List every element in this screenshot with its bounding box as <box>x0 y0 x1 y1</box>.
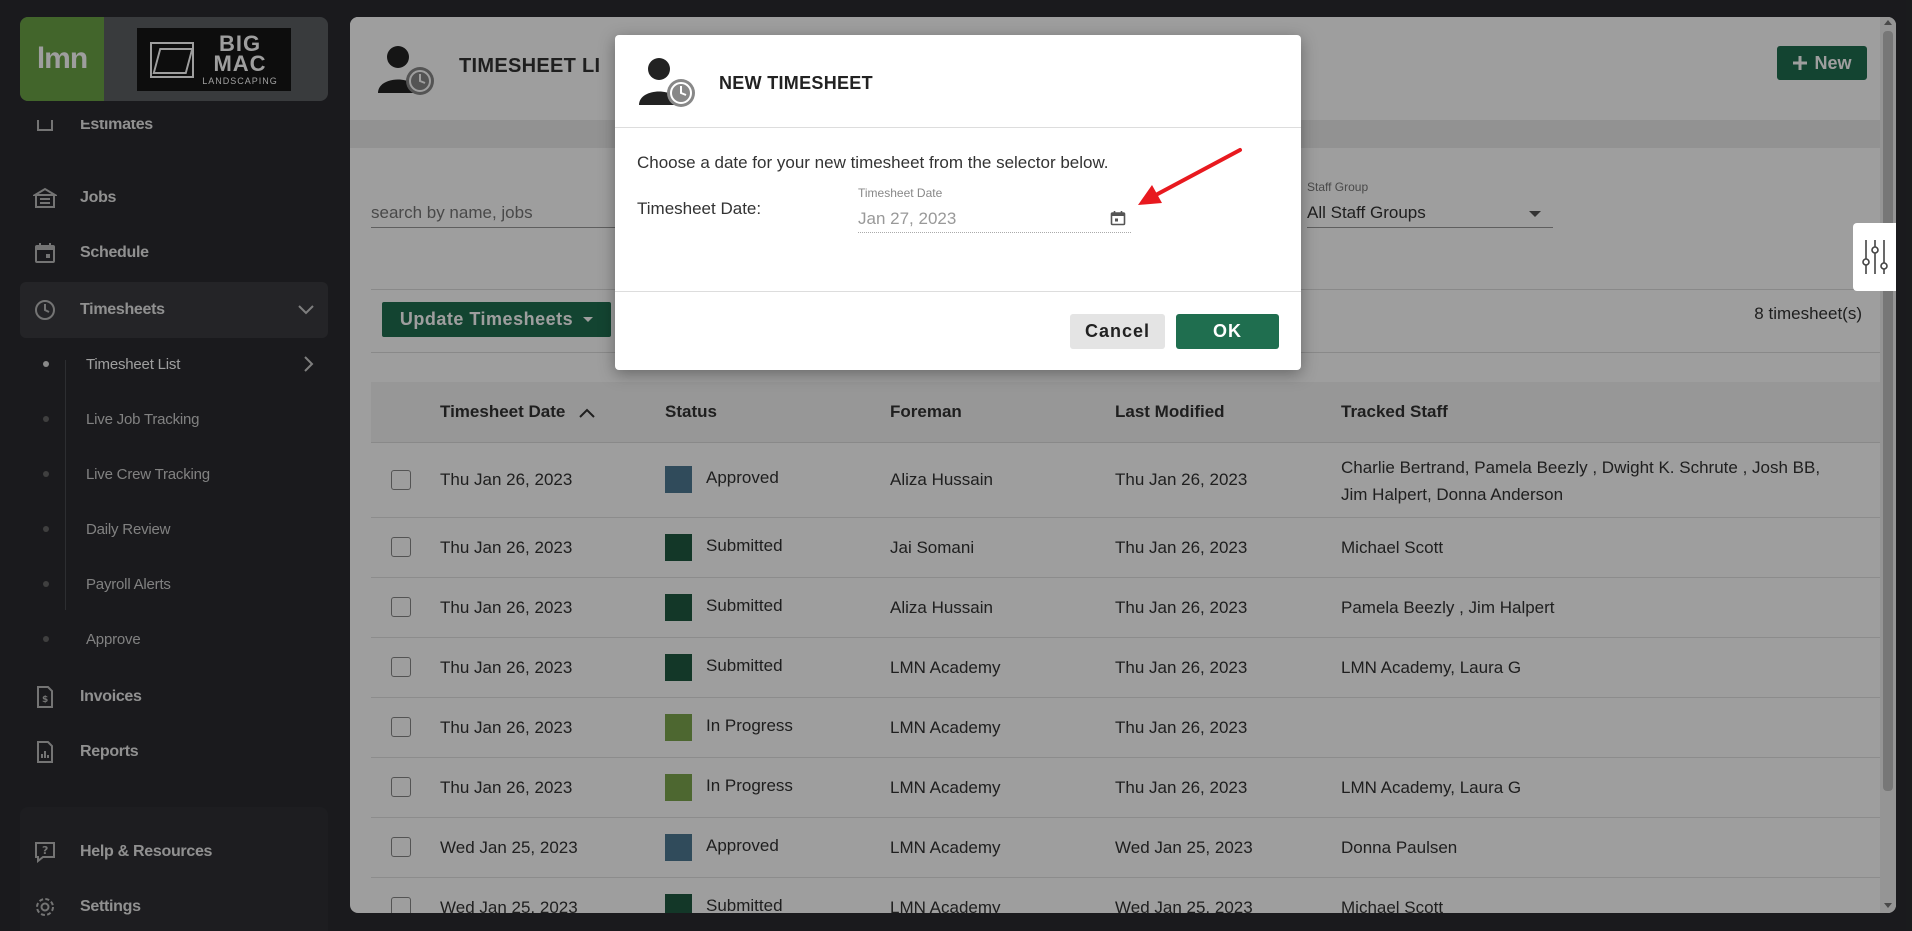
divider <box>615 291 1301 292</box>
date-picker-calendar-icon[interactable] <box>1110 210 1126 231</box>
timesheet-user-clock-icon <box>637 55 699 114</box>
dialog-description: Choose a date for your new timesheet fro… <box>637 153 1109 172</box>
filter-panel-toggle[interactable] <box>1853 223 1896 291</box>
sliders-icon <box>1861 240 1888 274</box>
divider <box>615 127 1301 128</box>
timesheet-date-input[interactable] <box>858 205 1131 233</box>
dialog-title: NEW TIMESHEET <box>719 73 873 93</box>
annotation-arrow-icon <box>1130 145 1245 215</box>
ok-button[interactable]: OK <box>1176 314 1279 349</box>
cancel-button[interactable]: Cancel <box>1070 314 1165 349</box>
timesheet-date-label: Timesheet Date: <box>637 199 762 218</box>
date-field-caption: Timesheet Date <box>858 186 943 200</box>
